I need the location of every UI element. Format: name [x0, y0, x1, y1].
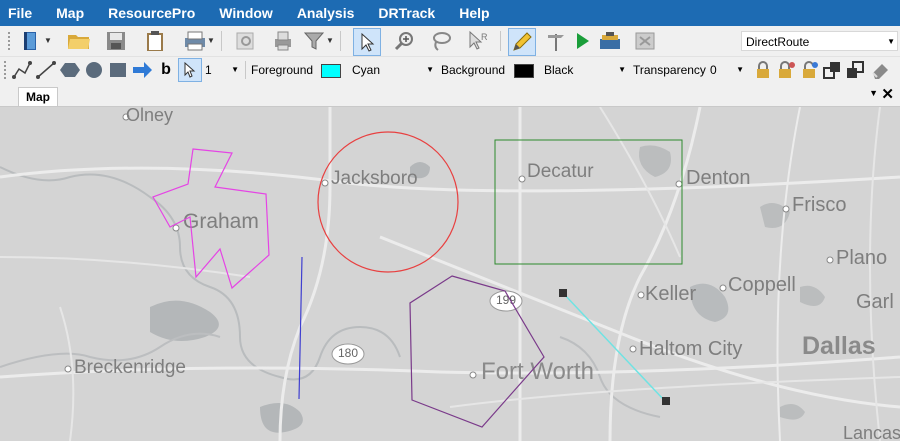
route-select-value: DirectRoute — [746, 35, 810, 49]
toolbar-separator — [245, 61, 246, 79]
zoom-in-icon[interactable] — [391, 28, 417, 54]
tab-map[interactable]: Map — [18, 87, 58, 106]
toolbar-separator — [340, 31, 341, 51]
line-width-value: 1 — [205, 63, 212, 77]
cancel-grid-icon[interactable] — [632, 28, 658, 54]
rectangle-icon[interactable] — [105, 57, 131, 83]
filter-icon[interactable] — [301, 28, 327, 54]
purple-polygon[interactable] — [409, 275, 545, 428]
menu-drtrack[interactable]: DRTrack — [370, 0, 443, 26]
cyan-line[interactable] — [562, 292, 665, 401]
polygon-icon[interactable] — [57, 57, 83, 83]
drawing-toolbar: b 1 ▼ Foreground Cyan ▼ Background Black… — [0, 57, 900, 84]
menu-map[interactable]: Map — [48, 0, 92, 26]
blue-line[interactable] — [298, 256, 303, 400]
red-circle[interactable] — [317, 131, 459, 273]
bold-text-icon[interactable]: b — [153, 57, 179, 83]
toolbar-grip[interactable] — [8, 32, 13, 50]
transparency-arrow: ▼ — [736, 65, 744, 74]
close-icon[interactable]: ✕ — [881, 85, 894, 103]
send-back-icon[interactable] — [842, 57, 868, 83]
lasso-icon[interactable] — [428, 28, 454, 54]
pick-arrow-icon[interactable]: R — [465, 28, 491, 54]
select-arrow-icon[interactable] — [353, 28, 381, 56]
run-icon[interactable] — [569, 28, 595, 54]
foreground-label: Foreground — [251, 63, 314, 77]
open-folder-icon[interactable] — [66, 28, 92, 54]
menu-analysis[interactable]: Analysis — [289, 0, 363, 26]
eraser-icon[interactable] — [867, 57, 893, 83]
menu-resourcepro[interactable]: ResourcePro — [100, 0, 203, 26]
save-icon[interactable] — [103, 28, 129, 54]
toolbar-separator — [500, 31, 501, 51]
map-canvas[interactable]: Olney Jacksboro Decatur Denton Frisco Gr… — [0, 107, 900, 441]
line-handle-end[interactable] — [662, 397, 670, 405]
transparency-select[interactable]: 0 ▼ — [706, 60, 746, 80]
line-handle-start[interactable] — [559, 289, 567, 297]
tab-dropdown-icon[interactable]: ▼ — [869, 88, 878, 98]
menu-window[interactable]: Window — [211, 0, 281, 26]
main-toolbar: ▼ ▼ ▼ R DirectRoute ▼ — [0, 26, 900, 57]
transparency-label: Transparency — [633, 63, 706, 77]
pencil-icon[interactable] — [508, 28, 536, 56]
foreground-arrow: ▼ — [426, 65, 434, 74]
polyline-icon[interactable] — [9, 57, 35, 83]
book-icon[interactable] — [18, 28, 44, 54]
background-swatch[interactable] — [514, 64, 534, 78]
annotation-layer — [152, 131, 683, 428]
line-width-select[interactable]: 1 ▼ — [201, 60, 241, 80]
print-icon[interactable] — [182, 28, 208, 54]
filter-dropdown-arrow[interactable]: ▼ — [326, 36, 334, 45]
background-select[interactable]: Black ▼ — [540, 60, 628, 80]
signpost-icon[interactable] — [543, 28, 569, 54]
document-tabs: Map ▼ ✕ — [0, 85, 900, 107]
print-stack-icon[interactable] — [270, 28, 296, 54]
clipboard-icon[interactable] — [142, 28, 168, 54]
foreground-swatch[interactable] — [321, 64, 341, 78]
menu-bar: File Map ResourcePro Window Analysis DRT… — [0, 0, 900, 26]
background-arrow: ▼ — [618, 65, 626, 74]
magenta-polygon[interactable] — [152, 148, 270, 290]
transparency-value: 0 — [710, 63, 717, 77]
background-value: Black — [544, 63, 574, 77]
route-select-arrow: ▼ — [887, 37, 895, 46]
svg-text:R: R — [481, 32, 488, 42]
green-rectangle[interactable] — [494, 139, 683, 265]
menu-help[interactable]: Help — [451, 0, 497, 26]
book-dropdown-arrow[interactable]: ▼ — [44, 36, 52, 45]
circle-icon[interactable] — [81, 57, 107, 83]
background-label: Background — [441, 63, 506, 77]
line-icon[interactable] — [33, 57, 59, 83]
print-dropdown-arrow[interactable]: ▼ — [207, 36, 215, 45]
toolbox-icon[interactable] — [597, 28, 623, 54]
route-select[interactable]: DirectRoute ▼ — [741, 31, 898, 51]
print-preview-icon[interactable] — [232, 28, 258, 54]
toolbar-separator — [221, 31, 222, 51]
foreground-value: Cyan — [352, 63, 381, 77]
menu-file[interactable]: File — [0, 0, 40, 26]
arrow-right-icon[interactable] — [129, 57, 155, 83]
pointer-icon[interactable] — [178, 58, 202, 82]
foreground-select[interactable]: Cyan ▼ — [348, 60, 436, 80]
line-width-arrow: ▼ — [231, 65, 239, 74]
